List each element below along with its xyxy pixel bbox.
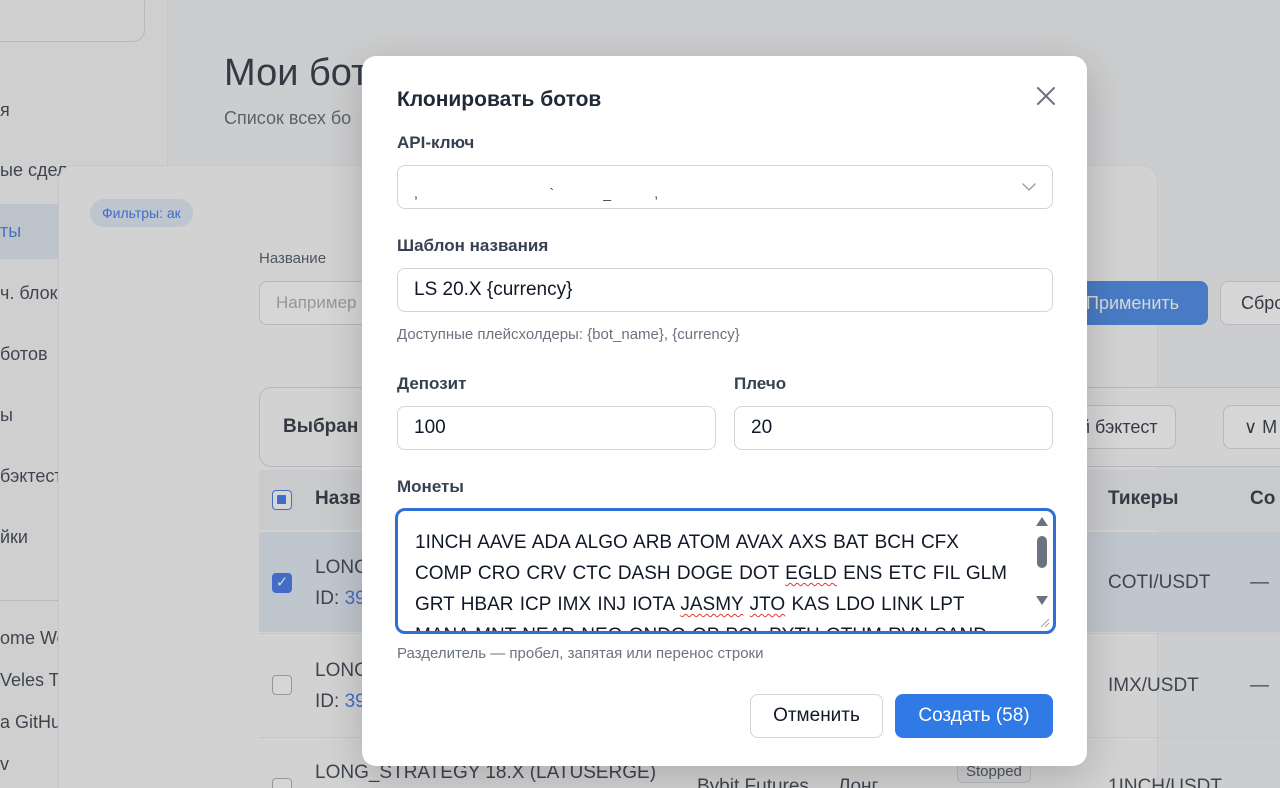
- deposit-input[interactable]: [397, 406, 716, 450]
- coins-line: COMP CRO CRV CTC DASH DOGE DOT EGLD ENS …: [415, 563, 1008, 584]
- coins-line: GRT HBAR ICP IMX INJ IOTA JASMY JTO KAS …: [415, 594, 965, 615]
- leverage-input[interactable]: [734, 406, 1053, 450]
- deposit-label: Депозит: [397, 374, 467, 393]
- scroll-down-icon[interactable]: [1036, 596, 1048, 605]
- leverage-label: Плечо: [734, 374, 787, 393]
- scroll-thumb[interactable]: [1037, 536, 1047, 568]
- cancel-button[interactable]: Отменить: [750, 694, 883, 738]
- coins-line: 1INCH AAVE ADA ALGO ARB ATOM AVAX AXS BA…: [415, 532, 959, 553]
- api-key-value: , ` _ ,: [414, 185, 661, 201]
- close-icon[interactable]: [1032, 82, 1060, 110]
- dialog-title: Клонировать ботов: [397, 88, 602, 111]
- scroll-up-icon[interactable]: [1036, 517, 1048, 526]
- resize-handle-icon[interactable]: [1038, 616, 1050, 628]
- template-input[interactable]: [397, 268, 1053, 312]
- coins-scrollbar[interactable]: [1035, 515, 1049, 627]
- spellcheck-word: JTO: [749, 594, 786, 615]
- clone-bots-dialog: Клонировать ботов API-ключ , ` _ , Шабло…: [362, 56, 1087, 766]
- chevron-down-icon: [1022, 183, 1036, 191]
- template-label: Шаблон названия: [397, 236, 549, 255]
- coins-label: Монеты: [397, 477, 464, 496]
- create-button[interactable]: Создать (58): [895, 694, 1053, 738]
- coins-textarea[interactable]: 1INCH AAVE ADA ALGO ARB ATOM AVAX AXS BA…: [395, 508, 1056, 634]
- api-key-select[interactable]: , ` _ ,: [397, 165, 1053, 209]
- spellcheck-word: JASMY: [680, 594, 744, 615]
- coins-line: MANA MNT NEAR NEO ONDO OP POL PYTH QTUM …: [415, 620, 1025, 631]
- spellcheck-word: EGLD: [785, 563, 837, 584]
- coins-hint: Разделитель — пробел, запятая или перено…: [397, 645, 764, 662]
- coins-text: 1INCH AAVE ADA ALGO ARB ATOM AVAX AXS BA…: [415, 527, 1025, 631]
- api-key-label: API-ключ: [397, 133, 475, 152]
- template-hint: Доступные плейсхолдеры: {bot_name}, {cur…: [397, 326, 740, 343]
